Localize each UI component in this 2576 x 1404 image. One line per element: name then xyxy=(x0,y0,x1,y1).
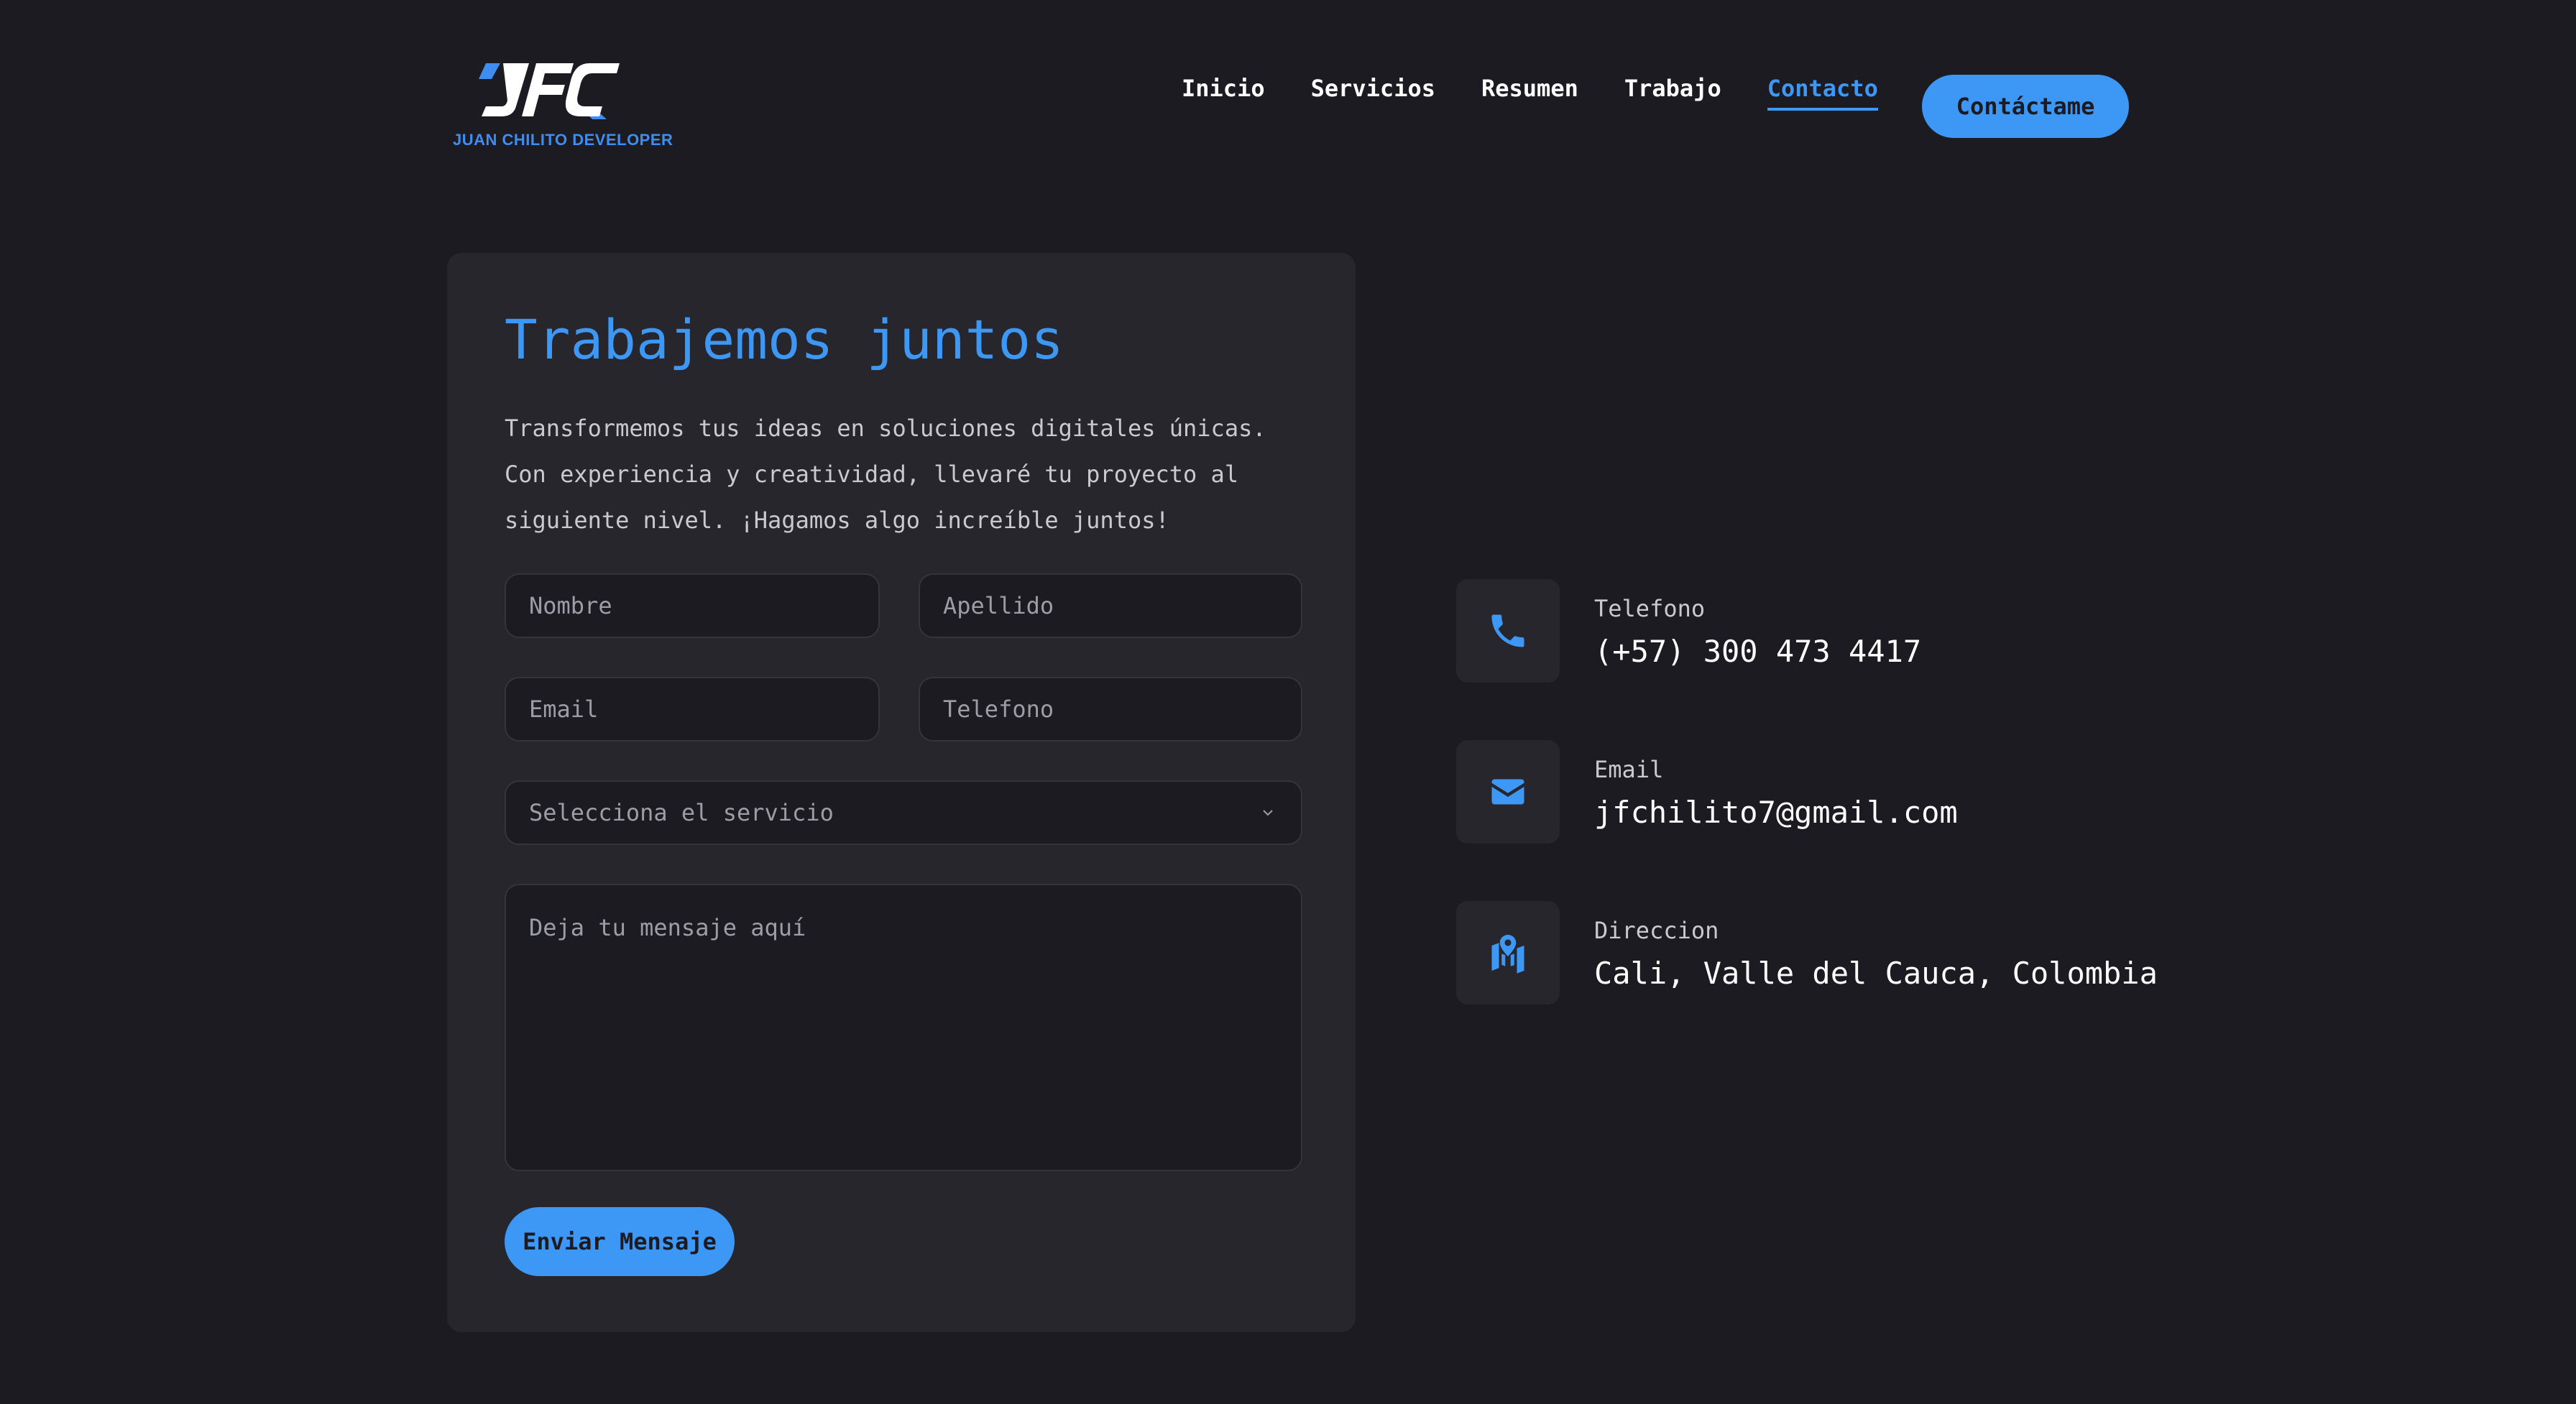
first-name-input[interactable] xyxy=(505,573,880,638)
brand-subtitle: JUAN CHILITO DEVELOPER xyxy=(453,131,673,149)
message-textarea[interactable] xyxy=(505,884,1302,1171)
phone-label: Telefono xyxy=(1594,595,1706,622)
form-title: Trabajemos juntos xyxy=(505,308,1064,371)
service-select-value: Selecciona el servicio xyxy=(529,799,834,826)
email-label: Email xyxy=(1594,756,1664,783)
brand-logo[interactable]: JUAN CHILITO DEVELOPER xyxy=(451,62,673,155)
contact-page: JUAN CHILITO DEVELOPER Inicio Servicios … xyxy=(0,0,2576,1404)
service-select[interactable]: Selecciona el servicio xyxy=(505,780,1302,845)
nav-item-trabajo[interactable]: Trabajo xyxy=(1624,75,1721,111)
phone-icon xyxy=(1491,614,1524,647)
map-pin-icon xyxy=(1491,935,1524,974)
nav-item-servicios[interactable]: Servicios xyxy=(1311,75,1435,111)
logo-mark xyxy=(479,63,620,119)
phone-icon-tile xyxy=(1456,579,1560,683)
map-icon-tile xyxy=(1456,901,1560,1004)
main-nav: Inicio Servicios Resumen Trabajo Contact… xyxy=(1182,75,1924,111)
envelope-icon-tile xyxy=(1456,740,1560,844)
phone-input[interactable] xyxy=(919,677,1302,742)
email-value[interactable]: jfchilito7@gmail.com xyxy=(1594,795,1958,830)
address-value: Cali, Valle del Cauca, Colombia xyxy=(1594,956,2158,991)
nav-item-contacto[interactable]: Contacto xyxy=(1767,75,1878,111)
address-label: Direccion xyxy=(1594,917,1719,944)
chevron-down-icon xyxy=(1263,810,1273,816)
nav-item-inicio[interactable]: Inicio xyxy=(1182,75,1265,111)
form-description: Transformemos tus ideas en soluciones di… xyxy=(505,415,1266,534)
phone-value[interactable]: (+57) 300 473 4417 xyxy=(1594,634,1921,669)
email-input[interactable] xyxy=(505,677,880,742)
contact-me-button[interactable]: Contáctame xyxy=(1922,75,2129,138)
send-message-button[interactable]: Enviar Mensaje xyxy=(505,1207,735,1276)
last-name-input[interactable] xyxy=(919,573,1302,638)
envelope-icon xyxy=(1491,779,1524,805)
contact-form-card: Trabajemos juntos Transformemos tus idea… xyxy=(447,253,1356,1332)
nav-item-resumen[interactable]: Resumen xyxy=(1481,75,1578,111)
